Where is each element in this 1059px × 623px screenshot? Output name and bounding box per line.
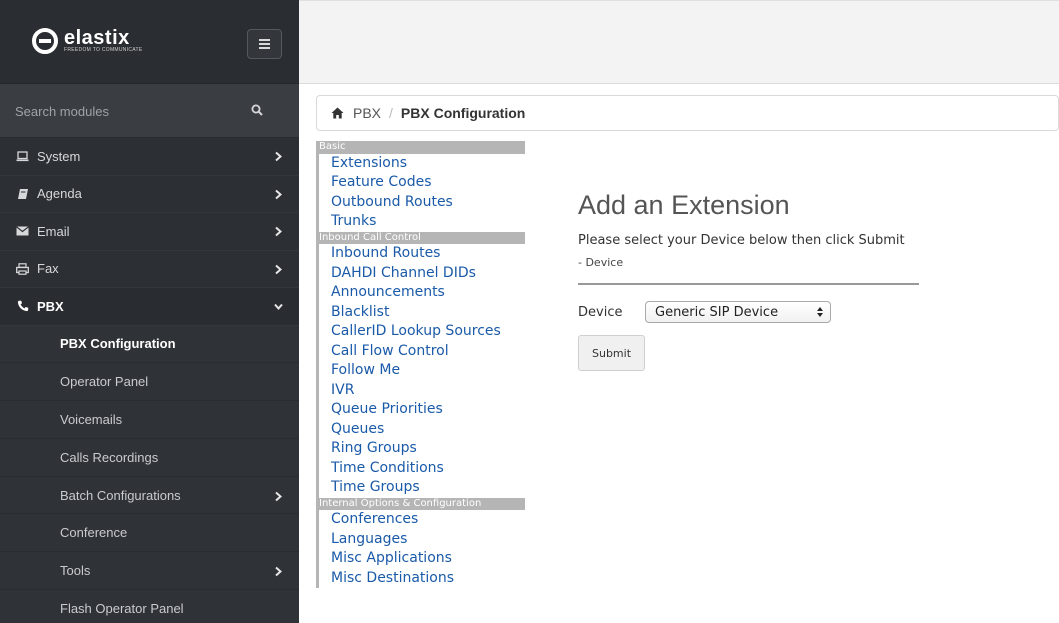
select-arrows-icon: [817, 307, 823, 317]
instructions-text: Please select your Device below then cli…: [578, 233, 905, 248]
chevron-right-icon: [275, 264, 283, 274]
sidebar-subitem-conference[interactable]: Conference: [0, 514, 299, 553]
chevron-right-icon: [275, 226, 283, 237]
nav-link-time-conditions[interactable]: Time Conditions: [316, 458, 525, 478]
sidebar-subitem-label: Conference: [60, 525, 128, 541]
elastix-logo[interactable]: elastix FREEDOM TO COMMUNICATE: [32, 28, 143, 54]
search-bar: [0, 84, 299, 138]
nav-section-internal-options: Internal Options & Configuration: [316, 497, 525, 510]
logo-mark-icon: [32, 28, 58, 54]
chevron-right-icon: [275, 491, 283, 501]
sidebar-item-label: PBX: [37, 298, 64, 314]
envelope-icon: [16, 225, 29, 238]
chevron-right-icon: [275, 567, 283, 577]
page-title: Add an Extension: [578, 190, 790, 220]
app-window: elastix FREEDOM TO COMMUNICATE System Ag…: [0, 0, 1059, 623]
nav-link-dahdi-channel-dids[interactable]: DAHDI Channel DIDs: [316, 263, 525, 283]
logo-text: elastix FREEDOM TO COMMUNICATE: [64, 27, 143, 53]
sidebar-subitem-voicemails[interactable]: Voicemails: [0, 401, 299, 439]
logo-name: elastix: [64, 27, 130, 49]
nav-link-extensions[interactable]: Extensions: [316, 153, 525, 173]
device-label: Device: [578, 304, 623, 320]
search-icon[interactable]: [251, 104, 263, 116]
sidebar-subitem-label: Flash Operator Panel: [60, 600, 184, 616]
nav-link-misc-applications[interactable]: Misc Applications: [316, 549, 525, 569]
sidebar-subitem-label: PBX Configuration: [60, 336, 176, 352]
divider: [578, 283, 919, 285]
nav-link-trunks[interactable]: Trunks: [316, 212, 525, 232]
nav-link-feature-codes[interactable]: Feature Codes: [316, 173, 525, 193]
sidebar-subitem-operator-panel[interactable]: Operator Panel: [0, 363, 299, 402]
book-icon: [16, 187, 29, 200]
sidebar-subitem-label: Operator Panel: [60, 374, 149, 390]
nav-link-ivr[interactable]: IVR: [316, 380, 525, 400]
chevron-down-icon: [274, 303, 283, 311]
nav-section-inbound-call-control: Inbound Call Control: [316, 231, 525, 244]
sidebar: elastix FREEDOM TO COMMUNICATE System Ag…: [0, 0, 299, 623]
submit-button[interactable]: Submit: [578, 335, 645, 371]
hamburger-icon: [259, 39, 270, 41]
section-subtitle: - Device: [578, 256, 624, 269]
chevron-right-icon: [275, 151, 283, 162]
sidebar-item-pbx[interactable]: PBX: [0, 288, 299, 326]
sidebar-item-system[interactable]: System: [0, 138, 299, 176]
phone-icon: [16, 300, 29, 313]
nav-link-follow-me[interactable]: Follow Me: [316, 361, 525, 381]
sidebar-subitem-label: Tools: [60, 563, 91, 579]
nav-link-conferences[interactable]: Conferences: [316, 510, 525, 530]
logo-tagline: FREEDOM TO COMMUNICATE: [64, 47, 143, 53]
sidebar-item-fax[interactable]: Fax: [0, 251, 299, 288]
top-bar: [299, 0, 1059, 84]
nav-link-call-flow-control[interactable]: Call Flow Control: [316, 341, 525, 361]
chevron-right-icon: [275, 189, 283, 199]
nav-link-queues[interactable]: Queues: [316, 419, 525, 439]
sidebar-subitem-pbx-configuration[interactable]: PBX Configuration: [0, 325, 299, 364]
printer-icon: [16, 262, 29, 275]
laptop-icon: [16, 150, 29, 163]
sidebar-item-email[interactable]: Email: [0, 213, 299, 251]
sidebar-subitem-batch-configurations[interactable]: Batch Configurations: [0, 476, 299, 515]
search-input[interactable]: [0, 84, 250, 138]
sidebar-item-label: Email: [37, 223, 70, 239]
device-row: Device Generic SIP Device: [578, 301, 1038, 323]
nav-link-callerid-lookup-sources[interactable]: CallerID Lookup Sources: [316, 322, 525, 342]
sidebar-subitem-flash-operator-panel[interactable]: Flash Operator Panel: [0, 590, 299, 623]
sidebar-subitem-calls-recordings[interactable]: Calls Recordings: [0, 438, 299, 477]
sidebar-subitem-label: Voicemails: [60, 411, 123, 427]
sidebar-subitem-label: Batch Configurations: [60, 487, 181, 503]
device-select-value: Generic SIP Device: [655, 304, 779, 320]
nav-section-basic: Basic: [316, 141, 525, 154]
nav-link-inbound-routes[interactable]: Inbound Routes: [316, 244, 525, 264]
nav-link-time-groups[interactable]: Time Groups: [316, 478, 525, 498]
breadcrumb: PBX / PBX Configuration: [316, 95, 1059, 131]
pbx-module-nav: Basic Extensions Feature Codes Outbound …: [316, 141, 525, 623]
nav-link-misc-destinations[interactable]: Misc Destinations: [316, 568, 525, 588]
sidebar-item-label: Fax: [37, 261, 59, 277]
home-icon[interactable]: [331, 107, 344, 119]
sidebar-subitem-label: Calls Recordings: [60, 449, 159, 465]
nav-link-announcements[interactable]: Announcements: [316, 283, 525, 303]
nav-link-queue-priorities[interactable]: Queue Priorities: [316, 400, 525, 420]
nav-link-blacklist[interactable]: Blacklist: [316, 302, 525, 322]
menu-toggle-button[interactable]: [247, 29, 282, 59]
sidebar-subitem-tools[interactable]: Tools: [0, 552, 299, 591]
hamburger-icon-bar: [259, 43, 270, 45]
breadcrumb-parent[interactable]: PBX: [353, 105, 381, 121]
nav-link-languages[interactable]: Languages: [316, 529, 525, 549]
add-extension-panel: Add an Extension Please select your Devi…: [578, 190, 1038, 371]
breadcrumb-separator: /: [389, 105, 393, 121]
sidebar-item-label: Agenda: [37, 186, 82, 202]
sidebar-item-agenda[interactable]: Agenda: [0, 176, 299, 213]
hamburger-icon-bar: [259, 47, 270, 49]
nav-link-ring-groups[interactable]: Ring Groups: [316, 439, 525, 459]
sidebar-item-label: System: [37, 148, 81, 164]
breadcrumb-current: PBX Configuration: [400, 105, 526, 121]
logo-bar: elastix FREEDOM TO COMMUNICATE: [0, 0, 299, 84]
nav-link-outbound-routes[interactable]: Outbound Routes: [316, 192, 525, 212]
device-select[interactable]: Generic SIP Device: [645, 301, 831, 323]
